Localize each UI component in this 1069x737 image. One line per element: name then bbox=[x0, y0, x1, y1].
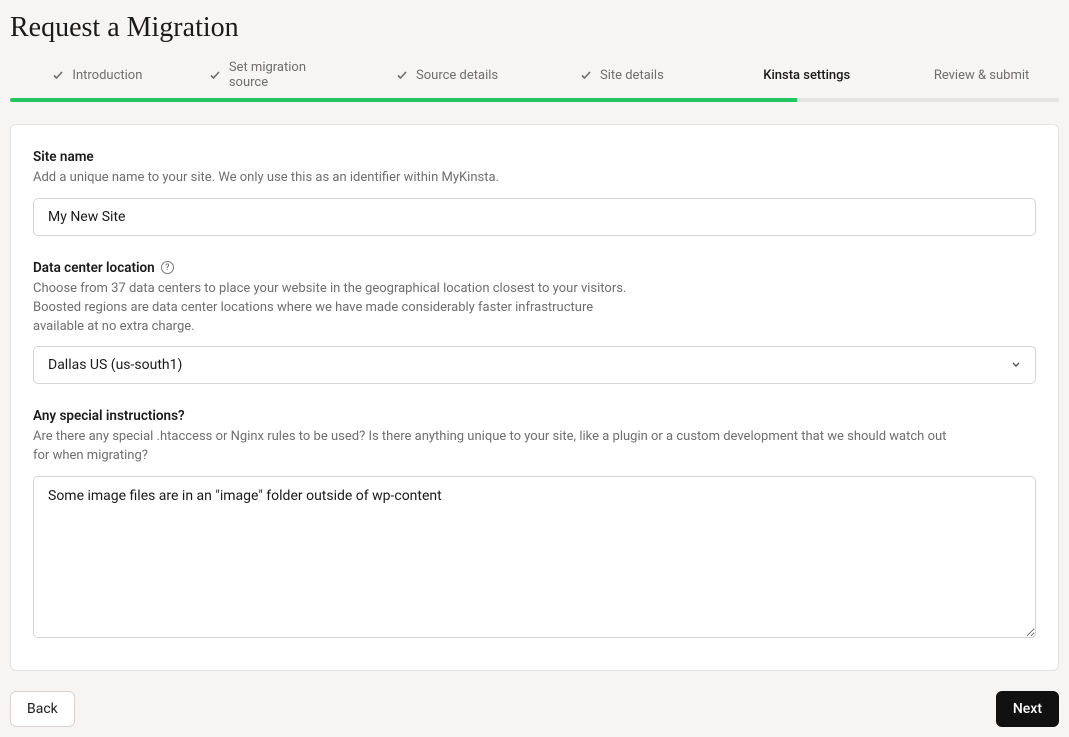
step-set-migration-source[interactable]: Set migration source bbox=[185, 60, 360, 90]
field-special-instructions: Any special instructions? Are there any … bbox=[33, 408, 1036, 642]
data-center-select[interactable]: Dallas US (us-south1) bbox=[33, 346, 1036, 384]
stepper: Introduction Set migration source Source… bbox=[0, 60, 1069, 98]
field-site-name: Site name Add a unique name to your site… bbox=[33, 149, 1036, 236]
step-review-submit[interactable]: Review & submit bbox=[884, 60, 1059, 90]
back-button[interactable]: Back bbox=[10, 691, 75, 727]
special-instructions-label: Any special instructions? bbox=[33, 408, 1036, 424]
data-center-label: Data center location ? bbox=[33, 260, 1036, 276]
step-label: Introduction bbox=[72, 68, 142, 83]
check-icon bbox=[52, 69, 64, 81]
field-data-center: Data center location ? Choose from 37 da… bbox=[33, 260, 1036, 385]
info-icon[interactable]: ? bbox=[161, 261, 174, 274]
step-source-details[interactable]: Source details bbox=[360, 60, 535, 90]
special-instructions-textarea[interactable] bbox=[33, 476, 1036, 638]
step-introduction[interactable]: Introduction bbox=[10, 60, 185, 90]
form-card: Site name Add a unique name to your site… bbox=[10, 124, 1059, 671]
site-name-label: Site name bbox=[33, 149, 1036, 165]
check-icon bbox=[396, 69, 408, 81]
data-center-label-text: Data center location bbox=[33, 260, 155, 276]
site-name-input[interactable] bbox=[33, 198, 1036, 236]
progress-fill bbox=[10, 98, 797, 102]
data-center-help: Choose from 37 data centers to place you… bbox=[33, 280, 633, 337]
check-icon bbox=[580, 69, 592, 81]
footer-actions: Back Next bbox=[0, 671, 1069, 737]
step-label: Kinsta settings bbox=[763, 68, 850, 83]
check-icon bbox=[209, 69, 221, 81]
next-button[interactable]: Next bbox=[996, 691, 1059, 727]
step-label: Review & submit bbox=[934, 68, 1029, 83]
step-label: Source details bbox=[416, 68, 498, 83]
step-label: Site details bbox=[600, 68, 664, 83]
progress-bar bbox=[10, 98, 1059, 102]
special-instructions-help: Are there any special .htaccess or Nginx… bbox=[33, 428, 953, 466]
step-label: Set migration source bbox=[229, 60, 336, 90]
page-title: Request a Migration bbox=[0, 0, 1069, 60]
step-kinsta-settings[interactable]: Kinsta settings bbox=[709, 60, 884, 90]
step-site-details[interactable]: Site details bbox=[534, 60, 709, 90]
site-name-help: Add a unique name to your site. We only … bbox=[33, 169, 953, 188]
